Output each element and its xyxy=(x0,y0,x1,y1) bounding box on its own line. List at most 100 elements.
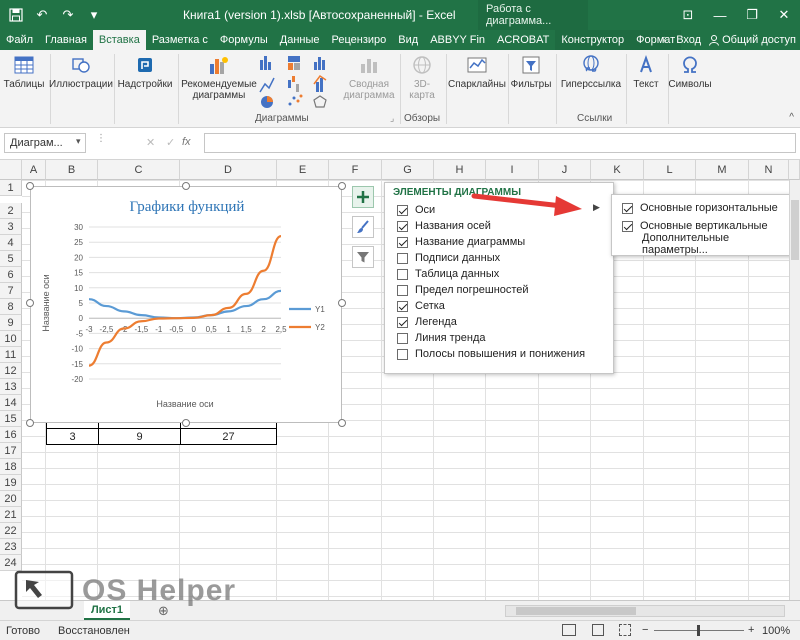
chart-element-option[interactable]: Полосы повышения и понижения xyxy=(385,346,613,362)
row-header[interactable]: 15 xyxy=(0,411,22,427)
more-options-link[interactable]: Дополнительные параметры... xyxy=(612,232,793,256)
row-header[interactable]: 9 xyxy=(0,315,22,331)
row-header[interactable]: 4 xyxy=(0,235,22,251)
row-header[interactable]: 5 xyxy=(0,251,22,267)
row-header[interactable]: 16 xyxy=(0,427,22,443)
row-header[interactable]: 11 xyxy=(0,347,22,363)
column-header[interactable]: M xyxy=(696,160,749,180)
enter-icon[interactable]: ✓ xyxy=(166,136,175,149)
resize-handle[interactable] xyxy=(26,182,34,190)
axis-option-horizontal[interactable]: Основные горизонтальные xyxy=(612,200,793,216)
row-header[interactable]: 2 xyxy=(0,203,22,219)
minimize-button[interactable]: — xyxy=(704,0,736,30)
page-break-view-icon[interactable] xyxy=(619,624,631,636)
column-header[interactable]: C xyxy=(98,160,180,180)
checkbox[interactable] xyxy=(397,204,408,216)
row-header[interactable]: 12 xyxy=(0,363,22,379)
sparklines-button[interactable]: Спарклайны xyxy=(446,50,508,90)
column-header[interactable]: N xyxy=(749,160,789,180)
illustrations-button[interactable]: Иллюстрации xyxy=(49,50,113,90)
column-header[interactable]: H xyxy=(434,160,486,180)
column-header[interactable]: I xyxy=(486,160,539,180)
tab-review[interactable]: Рецензиро xyxy=(326,30,393,50)
row-header[interactable]: 6 xyxy=(0,267,22,283)
checkbox[interactable] xyxy=(397,252,408,264)
row-header[interactable]: 24 xyxy=(0,555,22,571)
tab-file[interactable]: Файл xyxy=(0,30,39,50)
name-box-dropdown-icon[interactable]: ▾ xyxy=(76,136,81,147)
chart-element-option[interactable]: Подписи данных xyxy=(385,250,613,266)
scroll-thumb[interactable] xyxy=(791,200,799,260)
chart-element-option[interactable]: Названия осей xyxy=(385,218,613,234)
resize-handle[interactable] xyxy=(26,299,34,307)
column-header[interactable]: D xyxy=(180,160,277,180)
chart-element-option[interactable]: Предел погрешностей xyxy=(385,282,613,298)
hyperlink-button[interactable]: Гиперссылка xyxy=(558,50,624,90)
chart-area[interactable]: Графики функций 30 25 20 15 10 5 0 -5 -10 -15 -20 -3… xyxy=(30,186,342,423)
column-header[interactable]: G xyxy=(382,160,434,180)
row-header[interactable]: 17 xyxy=(0,443,22,459)
cell-c15[interactable]: 9 xyxy=(98,428,181,445)
symbols-button[interactable]: Символы xyxy=(668,50,712,90)
tab-formulas[interactable]: Формулы xyxy=(214,30,274,50)
recommended-charts-button[interactable]: Рекомендуемые диаграммы xyxy=(180,50,258,101)
row-header[interactable]: 1 xyxy=(0,180,22,196)
name-box[interactable]: Диаграм... xyxy=(4,133,86,153)
checkbox[interactable] xyxy=(622,220,633,232)
row-header[interactable]: 8 xyxy=(0,299,22,315)
zoom-out-button[interactable]: − xyxy=(642,624,648,636)
formula-input[interactable] xyxy=(204,133,796,153)
chart-element-option[interactable]: Название диаграммы xyxy=(385,234,613,250)
text-button[interactable]: Текст xyxy=(626,50,666,90)
submenu-arrow-icon[interactable]: ▶ xyxy=(593,202,600,213)
checkbox[interactable] xyxy=(397,220,408,232)
checkbox[interactable] xyxy=(397,316,408,328)
row-header[interactable]: 7 xyxy=(0,283,22,299)
chart-elements-button[interactable] xyxy=(352,186,374,208)
share-button[interactable]: Общий доступ xyxy=(709,34,796,46)
tell-me-icon[interactable]: ♀ xyxy=(660,34,668,46)
normal-view-icon[interactable] xyxy=(562,624,576,636)
cancel-icon[interactable]: ✕ xyxy=(146,136,155,149)
resize-handle[interactable] xyxy=(182,182,190,190)
pivot-chart-button[interactable]: Сводная диаграмма xyxy=(340,50,398,101)
vertical-scrollbar[interactable] xyxy=(789,180,800,600)
tab-acrobat[interactable]: ACROBAT xyxy=(491,30,555,50)
ribbon-options-icon[interactable]: ⊡ xyxy=(672,0,704,30)
tab-design[interactable]: Конструктор xyxy=(555,30,631,50)
zoom-in-button[interactable]: + xyxy=(748,624,754,636)
restore-button[interactable]: ❐ xyxy=(736,0,768,30)
column-header[interactable]: K xyxy=(591,160,644,180)
column-header[interactable]: E xyxy=(277,160,329,180)
row-header[interactable]: 21 xyxy=(0,507,22,523)
row-header[interactable]: 3 xyxy=(0,219,22,235)
login-link[interactable]: Вход xyxy=(676,34,701,46)
select-all-corner[interactable] xyxy=(0,160,22,180)
row-header[interactable]: 14 xyxy=(0,395,22,411)
checkbox[interactable] xyxy=(397,300,408,312)
tab-view[interactable]: Вид xyxy=(392,30,424,50)
column-header[interactable]: F xyxy=(329,160,382,180)
horizontal-scrollbar[interactable] xyxy=(505,605,785,617)
close-button[interactable]: ✕ xyxy=(768,0,800,30)
h-scroll-thumb[interactable] xyxy=(516,607,636,615)
resize-handle[interactable] xyxy=(338,419,346,427)
chart-element-option[interactable]: Таблица данных xyxy=(385,266,613,282)
chart-element-option[interactable]: Легенда xyxy=(385,314,613,330)
row-header[interactable]: 23 xyxy=(0,539,22,555)
resize-handle[interactable] xyxy=(338,182,346,190)
tab-page-layout[interactable]: Разметка с xyxy=(146,30,214,50)
checkbox[interactable] xyxy=(397,332,408,344)
row-header[interactable]: 19 xyxy=(0,475,22,491)
map3d-button[interactable]: 3D-карта xyxy=(402,50,442,101)
cell-b15[interactable]: 3 xyxy=(46,428,99,445)
column-header[interactable]: A xyxy=(22,160,46,180)
zoom-slider-thumb[interactable] xyxy=(697,625,700,636)
column-header[interactable]: L xyxy=(644,160,696,180)
page-layout-view-icon[interactable] xyxy=(592,624,604,636)
column-header[interactable]: B xyxy=(46,160,98,180)
resize-handle[interactable] xyxy=(26,419,34,427)
fx-icon[interactable]: fx xyxy=(182,136,191,148)
dialog-launcher-icon[interactable]: ⌟ xyxy=(390,113,394,124)
tab-abbyy[interactable]: ABBYY Fin xyxy=(424,30,491,50)
